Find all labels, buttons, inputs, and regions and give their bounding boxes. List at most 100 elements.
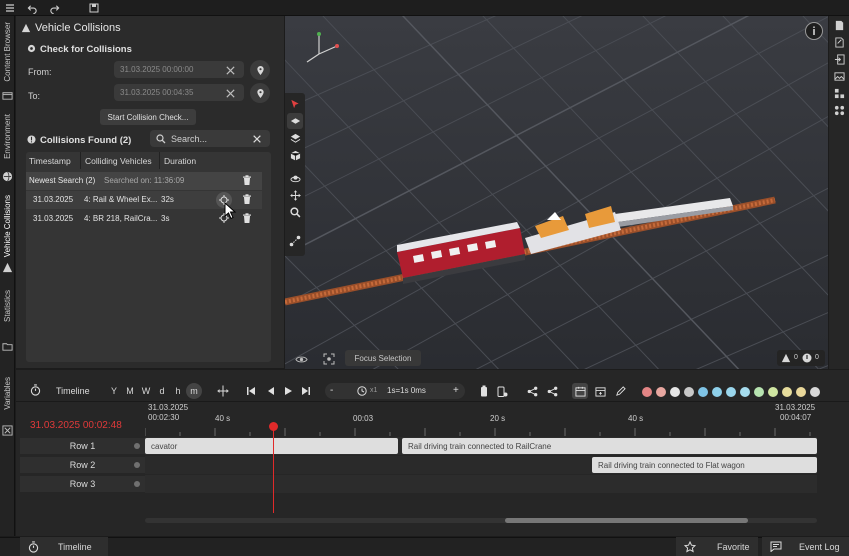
location-pin-icon: [256, 65, 264, 75]
export-icon[interactable]: [832, 18, 846, 32]
timeline-row-label[interactable]: Row 2: [20, 457, 145, 473]
timeline-row-label[interactable]: Row 1: [20, 438, 145, 454]
folder-icon[interactable]: [1, 340, 14, 353]
move-icon[interactable]: [287, 187, 303, 203]
row-toggle-dot[interactable]: [134, 481, 140, 487]
event-log-button[interactable]: Event Log: [762, 537, 849, 556]
play-icon[interactable]: [281, 384, 295, 398]
zoom-chip-day[interactable]: d: [155, 383, 169, 399]
pencil-icon[interactable]: [613, 384, 627, 398]
calendar-range-icon[interactable]: [572, 383, 588, 399]
speed-value[interactable]: 1s=1s 0ms: [387, 386, 426, 395]
menu-icon[interactable]: [2, 0, 18, 16]
issue-counter[interactable]: 0 0: [777, 350, 825, 366]
range-end-date: 31.03.2025: [775, 403, 816, 412]
clear-search-icon[interactable]: [250, 132, 264, 146]
clear-to-icon[interactable]: [223, 86, 237, 100]
search-group-row[interactable]: Newest Search (2) Searched on: 11:36:09: [26, 172, 262, 190]
timeline-tab[interactable]: Timeline: [20, 537, 108, 556]
color-swatch[interactable]: [656, 387, 666, 397]
pick-from-location-button[interactable]: [250, 60, 270, 80]
tab-statistics[interactable]: Statistics: [0, 282, 15, 330]
hierarchy-icon[interactable]: [832, 86, 846, 100]
playhead-line[interactable]: [273, 427, 274, 513]
nodes-icon[interactable]: [832, 103, 846, 117]
zoom-icon[interactable]: [287, 204, 303, 220]
timeline-clip[interactable]: Rail driving train connected to Flat wag…: [592, 457, 817, 473]
library-icon[interactable]: [1, 89, 14, 102]
undo-icon[interactable]: [24, 0, 40, 16]
share-icon[interactable]: [525, 384, 539, 398]
warning-icon[interactable]: [1, 261, 14, 274]
image-icon[interactable]: [832, 69, 846, 83]
timeline-clip[interactable]: cavator: [145, 438, 398, 454]
color-swatch[interactable]: [740, 387, 750, 397]
pick-to-location-button[interactable]: [250, 83, 270, 103]
color-swatch[interactable]: [768, 387, 778, 397]
step-back-icon[interactable]: [263, 384, 277, 398]
info-button[interactable]: [805, 22, 823, 40]
column-header-duration[interactable]: Duration: [161, 152, 221, 169]
save-icon[interactable]: [86, 0, 102, 16]
color-swatch[interactable]: [726, 387, 736, 397]
zoom-chip-week[interactable]: W: [139, 383, 153, 399]
fit-range-icon[interactable]: [216, 384, 230, 398]
speed-increase-button[interactable]: +: [453, 385, 459, 396]
layer-single-icon[interactable]: [287, 113, 303, 129]
favorite-button[interactable]: Favorite: [676, 537, 758, 556]
zoom-chip-hour[interactable]: h: [171, 383, 185, 399]
measure-icon[interactable]: [287, 233, 303, 249]
zoom-chip-month[interactable]: M: [123, 383, 137, 399]
row-toggle-dot[interactable]: [134, 462, 140, 468]
tab-content-browser[interactable]: Content Browser: [0, 18, 15, 86]
start-collision-check-button[interactable]: Start Collision Check...: [100, 109, 196, 125]
3d-viewport[interactable]: Focus Selection 0 0: [285, 16, 828, 369]
row-toggle-dot[interactable]: [134, 443, 140, 449]
cube-icon[interactable]: [287, 147, 303, 163]
document-edit-icon[interactable]: [832, 35, 846, 49]
time-ruler[interactable]: [145, 424, 817, 436]
focus-selection-button[interactable]: Focus Selection: [345, 350, 421, 366]
skip-end-icon[interactable]: [299, 384, 313, 398]
color-swatch[interactable]: [642, 387, 652, 397]
zoom-chip-year[interactable]: Y: [107, 383, 121, 399]
color-swatch[interactable]: [684, 387, 694, 397]
speed-decrease-button[interactable]: -: [330, 385, 333, 396]
timeline-row-label[interactable]: Row 3: [20, 476, 145, 492]
layers-stack-icon[interactable]: [287, 130, 303, 146]
trash-icon[interactable]: [242, 213, 252, 224]
color-swatch[interactable]: [810, 387, 820, 397]
variable-x-icon[interactable]: [1, 424, 14, 437]
globe-icon[interactable]: [1, 170, 14, 183]
select-pointer-icon[interactable]: [287, 96, 303, 112]
calendar-add-icon[interactable]: [593, 384, 607, 398]
color-swatch[interactable]: [782, 387, 792, 397]
visibility-icon[interactable]: [293, 352, 309, 366]
color-swatch[interactable]: [754, 387, 764, 397]
share-settings-icon[interactable]: [545, 384, 559, 398]
color-swatch[interactable]: [796, 387, 806, 397]
import-icon[interactable]: [832, 52, 846, 66]
orbit-icon[interactable]: [287, 170, 303, 186]
redo-icon[interactable]: [46, 0, 62, 16]
tab-environment[interactable]: Environment: [0, 108, 15, 164]
trash-icon[interactable]: [242, 194, 252, 205]
focus-frame-icon[interactable]: [321, 352, 337, 366]
column-header-colliding-vehicles[interactable]: Colliding Vehicles: [82, 152, 160, 169]
skip-start-icon[interactable]: [244, 384, 258, 398]
timeline-clip[interactable]: Rail driving train connected to RailCran…: [402, 438, 817, 454]
clear-from-icon[interactable]: [223, 63, 237, 77]
trash-icon[interactable]: [242, 175, 252, 186]
playhead-handle[interactable]: [269, 422, 278, 431]
zoom-chip-minute[interactable]: m: [186, 383, 202, 399]
battery-settings-icon[interactable]: [495, 384, 509, 398]
tab-vehicle-collisions[interactable]: Vehicle Collisions: [0, 188, 15, 264]
color-swatch[interactable]: [670, 387, 680, 397]
color-swatch[interactable]: [698, 387, 708, 397]
column-header-timestamp[interactable]: Timestamp: [26, 152, 81, 169]
tab-variables[interactable]: Variables: [0, 372, 15, 414]
color-swatch[interactable]: [712, 387, 722, 397]
stopwatch-icon: [28, 383, 42, 397]
timeline-scrollbar-thumb[interactable]: [505, 518, 748, 523]
battery-icon[interactable]: [478, 384, 490, 398]
